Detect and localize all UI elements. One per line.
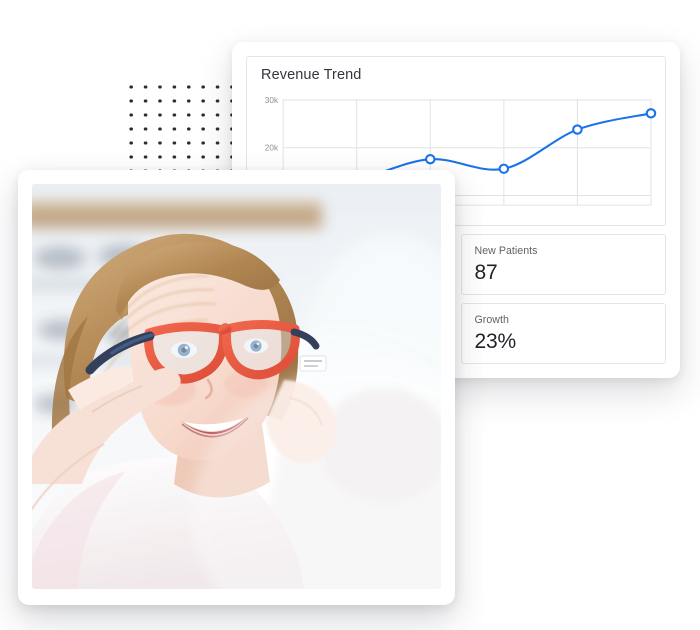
screenshot-canvas: Revenue Trend 10k20k30k Total Revenue $8… bbox=[0, 0, 700, 630]
stat-card-new-patients[interactable]: New Patients 87 bbox=[460, 234, 666, 295]
stat-card-growth[interactable]: Growth 23% bbox=[460, 303, 666, 364]
optician-photo bbox=[32, 184, 441, 589]
stat-value: 23% bbox=[474, 329, 517, 353]
stat-label: Growth bbox=[474, 314, 509, 326]
svg-text:20k: 20k bbox=[265, 144, 279, 153]
svg-text:30k: 30k bbox=[265, 96, 279, 105]
photo-card bbox=[18, 170, 455, 605]
stat-label: New Patients bbox=[474, 245, 538, 257]
photo-frame bbox=[32, 184, 441, 589]
dot-grid-decoration bbox=[121, 77, 237, 175]
stat-value: 87 bbox=[474, 260, 498, 284]
chart-title: Revenue Trend bbox=[261, 67, 362, 83]
